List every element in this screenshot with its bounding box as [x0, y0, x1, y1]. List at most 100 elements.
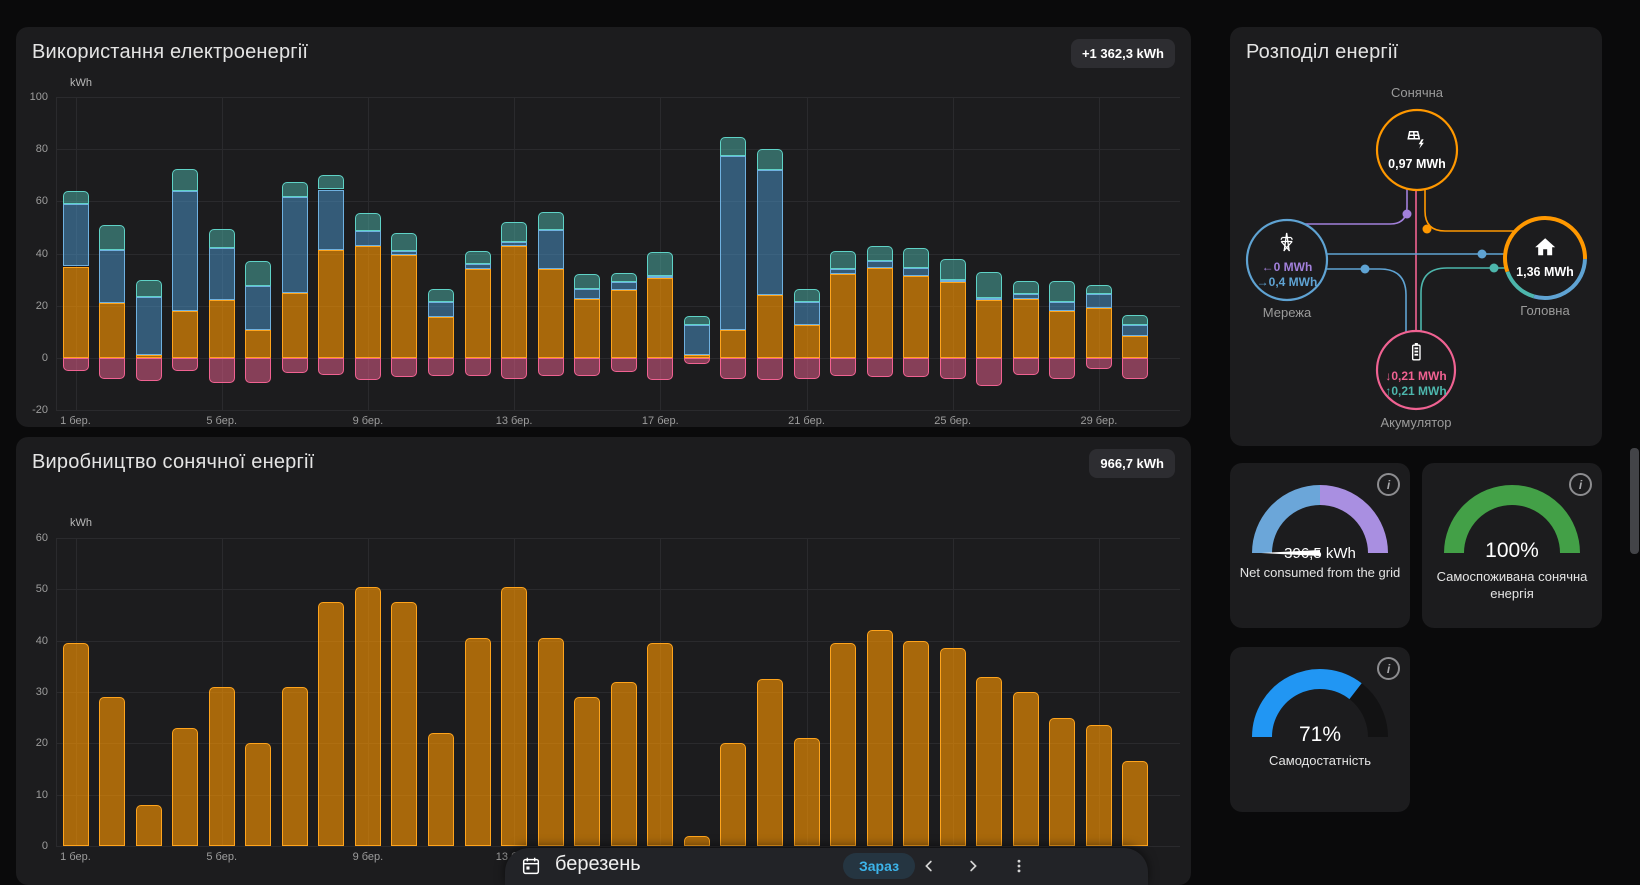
- bar-battery_consumption-day-4[interactable]: [172, 169, 198, 191]
- bar-grid_consumption-day-10[interactable]: [391, 251, 417, 255]
- bar-battery_charge_and_grid_return-day-16[interactable]: [611, 358, 637, 372]
- bar-solar_production-day-6[interactable]: [245, 743, 271, 846]
- bar-battery_consumption-day-8[interactable]: [318, 175, 344, 189]
- bar-grid_consumption-day-25[interactable]: [940, 280, 966, 283]
- page-scrollbar-thumb[interactable]: [1630, 448, 1639, 554]
- date-options-menu-button[interactable]: [1007, 854, 1031, 878]
- bar-battery_charge_and_grid_return-day-6[interactable]: [245, 358, 271, 383]
- next-period-button[interactable]: [961, 854, 985, 878]
- bar-solar_production-day-4[interactable]: [172, 728, 198, 846]
- bar-grid_consumption-day-1[interactable]: [63, 204, 89, 267]
- bar-battery_consumption-day-25[interactable]: [940, 259, 966, 280]
- bar-grid_consumption-day-24[interactable]: [903, 268, 929, 276]
- bar-solar_production-day-17[interactable]: [647, 643, 673, 846]
- bar-battery_consumption-day-5[interactable]: [209, 229, 235, 249]
- bar-battery_consumption-day-30[interactable]: [1122, 315, 1148, 325]
- bar-solar_consumption-day-2[interactable]: [99, 303, 125, 358]
- bar-grid_consumption-day-15[interactable]: [574, 289, 600, 299]
- bar-solar_production-day-1[interactable]: [63, 643, 89, 846]
- bar-battery_consumption-day-26[interactable]: [976, 272, 1002, 298]
- bar-battery_consumption-day-28[interactable]: [1049, 281, 1075, 302]
- bar-battery_consumption-day-19[interactable]: [720, 137, 746, 155]
- bar-battery_consumption-day-13[interactable]: [501, 222, 527, 242]
- bar-solar_consumption-day-9[interactable]: [355, 246, 381, 358]
- bar-grid_consumption-day-23[interactable]: [867, 261, 893, 268]
- bar-grid_consumption-day-9[interactable]: [355, 231, 381, 245]
- bar-battery_consumption-day-7[interactable]: [282, 182, 308, 198]
- bar-battery_charge_and_grid_return-day-9[interactable]: [355, 358, 381, 380]
- bar-solar_production-day-12[interactable]: [465, 638, 491, 846]
- bar-solar_production-day-7[interactable]: [282, 687, 308, 846]
- bar-battery_charge_and_grid_return-day-2[interactable]: [99, 358, 125, 379]
- bar-battery_charge_and_grid_return-day-3[interactable]: [136, 358, 162, 382]
- bar-battery_charge_and_grid_return-day-18[interactable]: [684, 358, 710, 365]
- bar-grid_consumption-day-8[interactable]: [318, 190, 344, 250]
- bar-grid_consumption-day-27[interactable]: [1013, 294, 1039, 299]
- bar-grid_consumption-day-30[interactable]: [1122, 325, 1148, 335]
- bar-solar_consumption-day-29[interactable]: [1086, 308, 1112, 358]
- bar-solar_production-day-14[interactable]: [538, 638, 564, 846]
- bar-solar_consumption-day-20[interactable]: [757, 295, 783, 358]
- bar-solar_production-day-2[interactable]: [99, 697, 125, 846]
- bar-solar_production-day-21[interactable]: [794, 738, 820, 846]
- bar-battery_consumption-day-21[interactable]: [794, 289, 820, 302]
- bar-battery_charge_and_grid_return-day-21[interactable]: [794, 358, 820, 379]
- bar-solar_consumption-day-1[interactable]: [63, 267, 89, 358]
- bar-battery_charge_and_grid_return-day-12[interactable]: [465, 358, 491, 376]
- bar-grid_consumption-day-26[interactable]: [976, 298, 1002, 301]
- bar-solar_consumption-day-21[interactable]: [794, 325, 820, 358]
- bar-battery_consumption-day-9[interactable]: [355, 213, 381, 231]
- bar-battery_charge_and_grid_return-day-19[interactable]: [720, 358, 746, 379]
- bar-battery_charge_and_grid_return-day-11[interactable]: [428, 358, 454, 376]
- bar-solar_consumption-day-15[interactable]: [574, 299, 600, 358]
- bar-battery_charge_and_grid_return-day-4[interactable]: [172, 358, 198, 371]
- bar-battery_charge_and_grid_return-day-27[interactable]: [1013, 358, 1039, 375]
- bar-solar_production-day-15[interactable]: [574, 697, 600, 846]
- bar-grid_consumption-day-12[interactable]: [465, 264, 491, 269]
- bar-solar_consumption-day-12[interactable]: [465, 269, 491, 358]
- bar-solar_production-day-10[interactable]: [391, 602, 417, 846]
- bar-battery_consumption-day-24[interactable]: [903, 248, 929, 268]
- bar-battery_consumption-day-12[interactable]: [465, 251, 491, 264]
- bar-solar_consumption-day-24[interactable]: [903, 276, 929, 358]
- bar-battery_consumption-day-23[interactable]: [867, 246, 893, 262]
- bar-solar_consumption-day-25[interactable]: [940, 282, 966, 358]
- bar-battery_consumption-day-10[interactable]: [391, 233, 417, 251]
- bar-battery_charge_and_grid_return-day-20[interactable]: [757, 358, 783, 380]
- bar-solar_production-day-24[interactable]: [903, 641, 929, 846]
- bar-grid_consumption-day-16[interactable]: [611, 282, 637, 290]
- bar-battery_charge_and_grid_return-day-13[interactable]: [501, 358, 527, 379]
- bar-solar_production-day-11[interactable]: [428, 733, 454, 846]
- bar-battery_consumption-day-11[interactable]: [428, 289, 454, 302]
- bar-battery_charge_and_grid_return-day-26[interactable]: [976, 358, 1002, 387]
- bar-battery_charge_and_grid_return-day-30[interactable]: [1122, 358, 1148, 379]
- bar-solar_consumption-day-10[interactable]: [391, 255, 417, 358]
- bar-battery_consumption-day-27[interactable]: [1013, 281, 1039, 294]
- bar-solar_production-day-23[interactable]: [867, 630, 893, 846]
- bar-solar_production-day-5[interactable]: [209, 687, 235, 846]
- bar-grid_consumption-day-6[interactable]: [245, 286, 271, 330]
- bar-grid_consumption-day-3[interactable]: [136, 297, 162, 356]
- bar-battery_consumption-day-14[interactable]: [538, 212, 564, 230]
- bar-solar_consumption-day-16[interactable]: [611, 290, 637, 358]
- bar-solar_production-day-28[interactable]: [1049, 718, 1075, 846]
- bar-battery_charge_and_grid_return-day-7[interactable]: [282, 358, 308, 374]
- bar-grid_consumption-day-18[interactable]: [684, 325, 710, 355]
- bar-battery_charge_and_grid_return-day-8[interactable]: [318, 358, 344, 375]
- bar-solar_consumption-day-14[interactable]: [538, 269, 564, 358]
- bar-battery_consumption-day-22[interactable]: [830, 251, 856, 269]
- bar-battery_consumption-day-17[interactable]: [647, 252, 673, 276]
- bar-solar_consumption-day-5[interactable]: [209, 300, 235, 357]
- bar-grid_consumption-day-19[interactable]: [720, 156, 746, 331]
- bar-solar_consumption-day-17[interactable]: [647, 278, 673, 358]
- bar-battery_charge_and_grid_return-day-1[interactable]: [63, 358, 89, 371]
- bar-solar_production-day-27[interactable]: [1013, 692, 1039, 846]
- bar-solar_production-day-22[interactable]: [830, 643, 856, 846]
- bar-battery_charge_and_grid_return-day-29[interactable]: [1086, 358, 1112, 370]
- selected-month-label[interactable]: березень: [555, 853, 641, 876]
- bar-battery_consumption-day-6[interactable]: [245, 261, 271, 286]
- bar-solar_consumption-day-4[interactable]: [172, 311, 198, 358]
- bar-solar_consumption-day-27[interactable]: [1013, 299, 1039, 358]
- bar-solar_production-day-19[interactable]: [720, 743, 746, 846]
- bar-battery_consumption-day-16[interactable]: [611, 273, 637, 282]
